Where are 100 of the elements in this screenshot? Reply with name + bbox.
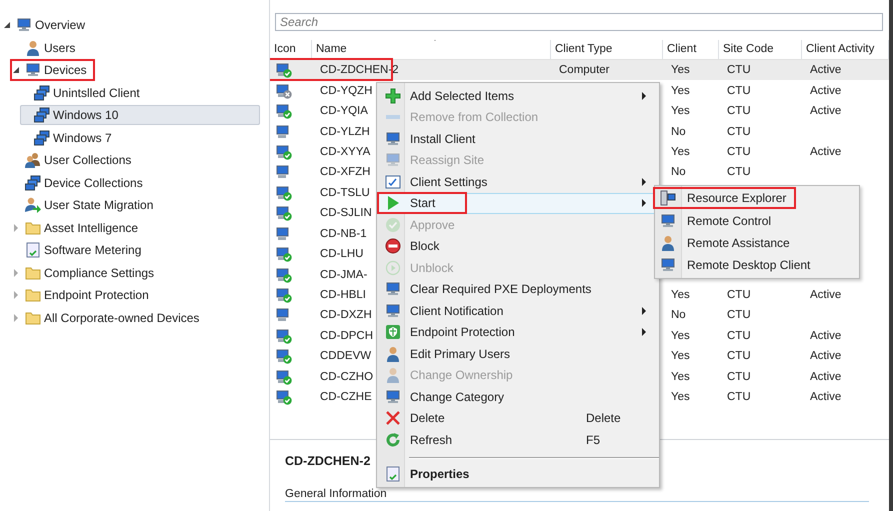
column-header[interactable]: Client Activity [802,40,889,59]
expanded-arrow-icon[interactable] [12,66,20,74]
tree-item[interactable]: Users [11,38,82,58]
refresh-icon [385,432,401,448]
table-cell: No [671,126,686,138]
menu-item[interactable]: Add Selected Items [378,85,658,106]
table-cell: CTU [727,370,751,383]
menu-item[interactable]: Clear Required PXE Deployments [378,278,658,300]
column-header[interactable]: Site Code [719,40,802,59]
person-icon [660,234,676,251]
computer-icon [385,302,401,319]
expanded-arrow-icon[interactable] [3,21,11,30]
tree-item[interactable]: User State Migration [11,195,160,216]
tree-item[interactable]: Compliance Settings [11,262,162,283]
table-cell: CD-YQZH [320,84,372,97]
table-cell: Yes [671,391,690,404]
folder-icon [25,288,41,302]
submenu-arrow-icon [642,306,647,315]
table-cell: Active [810,370,842,383]
table-cell: Yes [671,289,690,302]
shield-icon [385,324,401,340]
menu-item[interactable]: Block [378,236,658,257]
tree-item[interactable]: Endpoint Protection [11,285,156,306]
menu-item[interactable]: Remote Control [655,209,859,232]
menu-item[interactable]: Remote Desktop Client [655,254,859,277]
menu-item[interactable]: Change Category [378,386,658,408]
tree-item[interactable]: Devices [11,60,94,80]
table-cell: Active [810,84,842,97]
tree-item[interactable]: Asset Intelligence [11,218,146,238]
table-cell: Yes [671,64,690,76]
menu-item[interactable]: Client Settings [378,171,658,192]
collapsed-arrow-icon[interactable] [12,268,20,277]
menu-item[interactable]: Client Notification [378,300,658,322]
column-header[interactable]: Client [663,40,719,59]
computers-icon [34,130,50,146]
computers-icon [34,107,50,124]
plus-icon [385,88,401,104]
submenu-arrow-icon [642,92,647,100]
table-cell: CTU [727,166,751,178]
table-cell: No [671,309,686,322]
table-cell: CD-YLZH [320,126,370,138]
table-cell: Yes [671,105,690,118]
table-cell: Active [810,146,842,158]
column-header[interactable]: Icon [270,40,312,59]
computers-icon [25,174,41,191]
person-icon [385,367,401,384]
table-cell: CD-XYYA [320,146,370,158]
table-cell: Yes [671,146,690,158]
table-cell: Active [810,105,842,118]
computer-icon [385,130,401,147]
submenu-arrow-icon [642,199,647,208]
computer-icon [16,17,32,34]
collapsed-arrow-icon[interactable] [12,224,20,232]
table-cell: CD-TSLU [320,186,370,199]
tree-item[interactable]: User Collections [11,150,138,170]
table-cell: Computer [559,64,610,76]
computer-icon [385,388,401,405]
tree-item[interactable]: Unintslled Client [20,82,147,103]
menu-item[interactable]: Delete Delete [378,408,658,429]
table-cell: Yes [671,330,690,342]
table-cell: Active [810,330,842,342]
menu-item[interactable]: Refresh F5 [378,429,658,450]
folder-icon [25,310,41,325]
table-cell: No [671,166,686,178]
menu-item[interactable]: Properties [378,464,658,485]
table-cell: CTU [727,64,751,76]
submenu-arrow-icon [642,178,647,186]
collapsed-arrow-icon[interactable] [12,314,20,322]
column-header[interactable]: Client Type [551,40,663,59]
tree-item[interactable]: Overview [2,15,92,36]
people-icon [25,152,41,168]
collapsed-arrow-icon[interactable] [12,291,20,300]
document-icon [25,242,41,258]
search-field[interactable]: Search [275,13,883,31]
person-icon [25,40,41,56]
menu-item[interactable]: Edit Primary Users [378,343,658,364]
tree-item[interactable]: All Corporate-owned Devices [11,308,206,328]
menu-item[interactable]: Endpoint Protection [378,322,658,343]
table-cell: CD-CZHO [320,370,374,383]
table-cell: CD-SJLIN [320,207,372,220]
table-cell: CD-DPCH [320,330,374,342]
computer-icon [25,62,41,78]
table-cell: Yes [671,84,690,97]
table-cell: CD-HBLI [320,289,366,302]
tree-item[interactable]: Windows 7 [20,128,119,148]
table-cell: CTU [727,350,751,362]
menu-item[interactable]: Remote Assistance [655,232,859,254]
menu-item[interactable]: Resource Explorer [655,187,859,210]
server-icon [660,190,676,206]
column-header[interactable]: Name [312,40,551,59]
computer-icon [385,152,401,168]
menu-item[interactable]: Install Client [378,128,658,150]
tree-item[interactable]: Software Metering [11,240,148,260]
submenu-arrow-icon [642,328,647,336]
tree-item[interactable]: Windows 10 [20,105,260,126]
checkbox-icon [385,174,401,190]
tree-item[interactable]: Device Collections [11,172,150,193]
computer-icon [660,212,676,229]
block-icon [385,238,401,254]
play-icon [385,195,401,212]
